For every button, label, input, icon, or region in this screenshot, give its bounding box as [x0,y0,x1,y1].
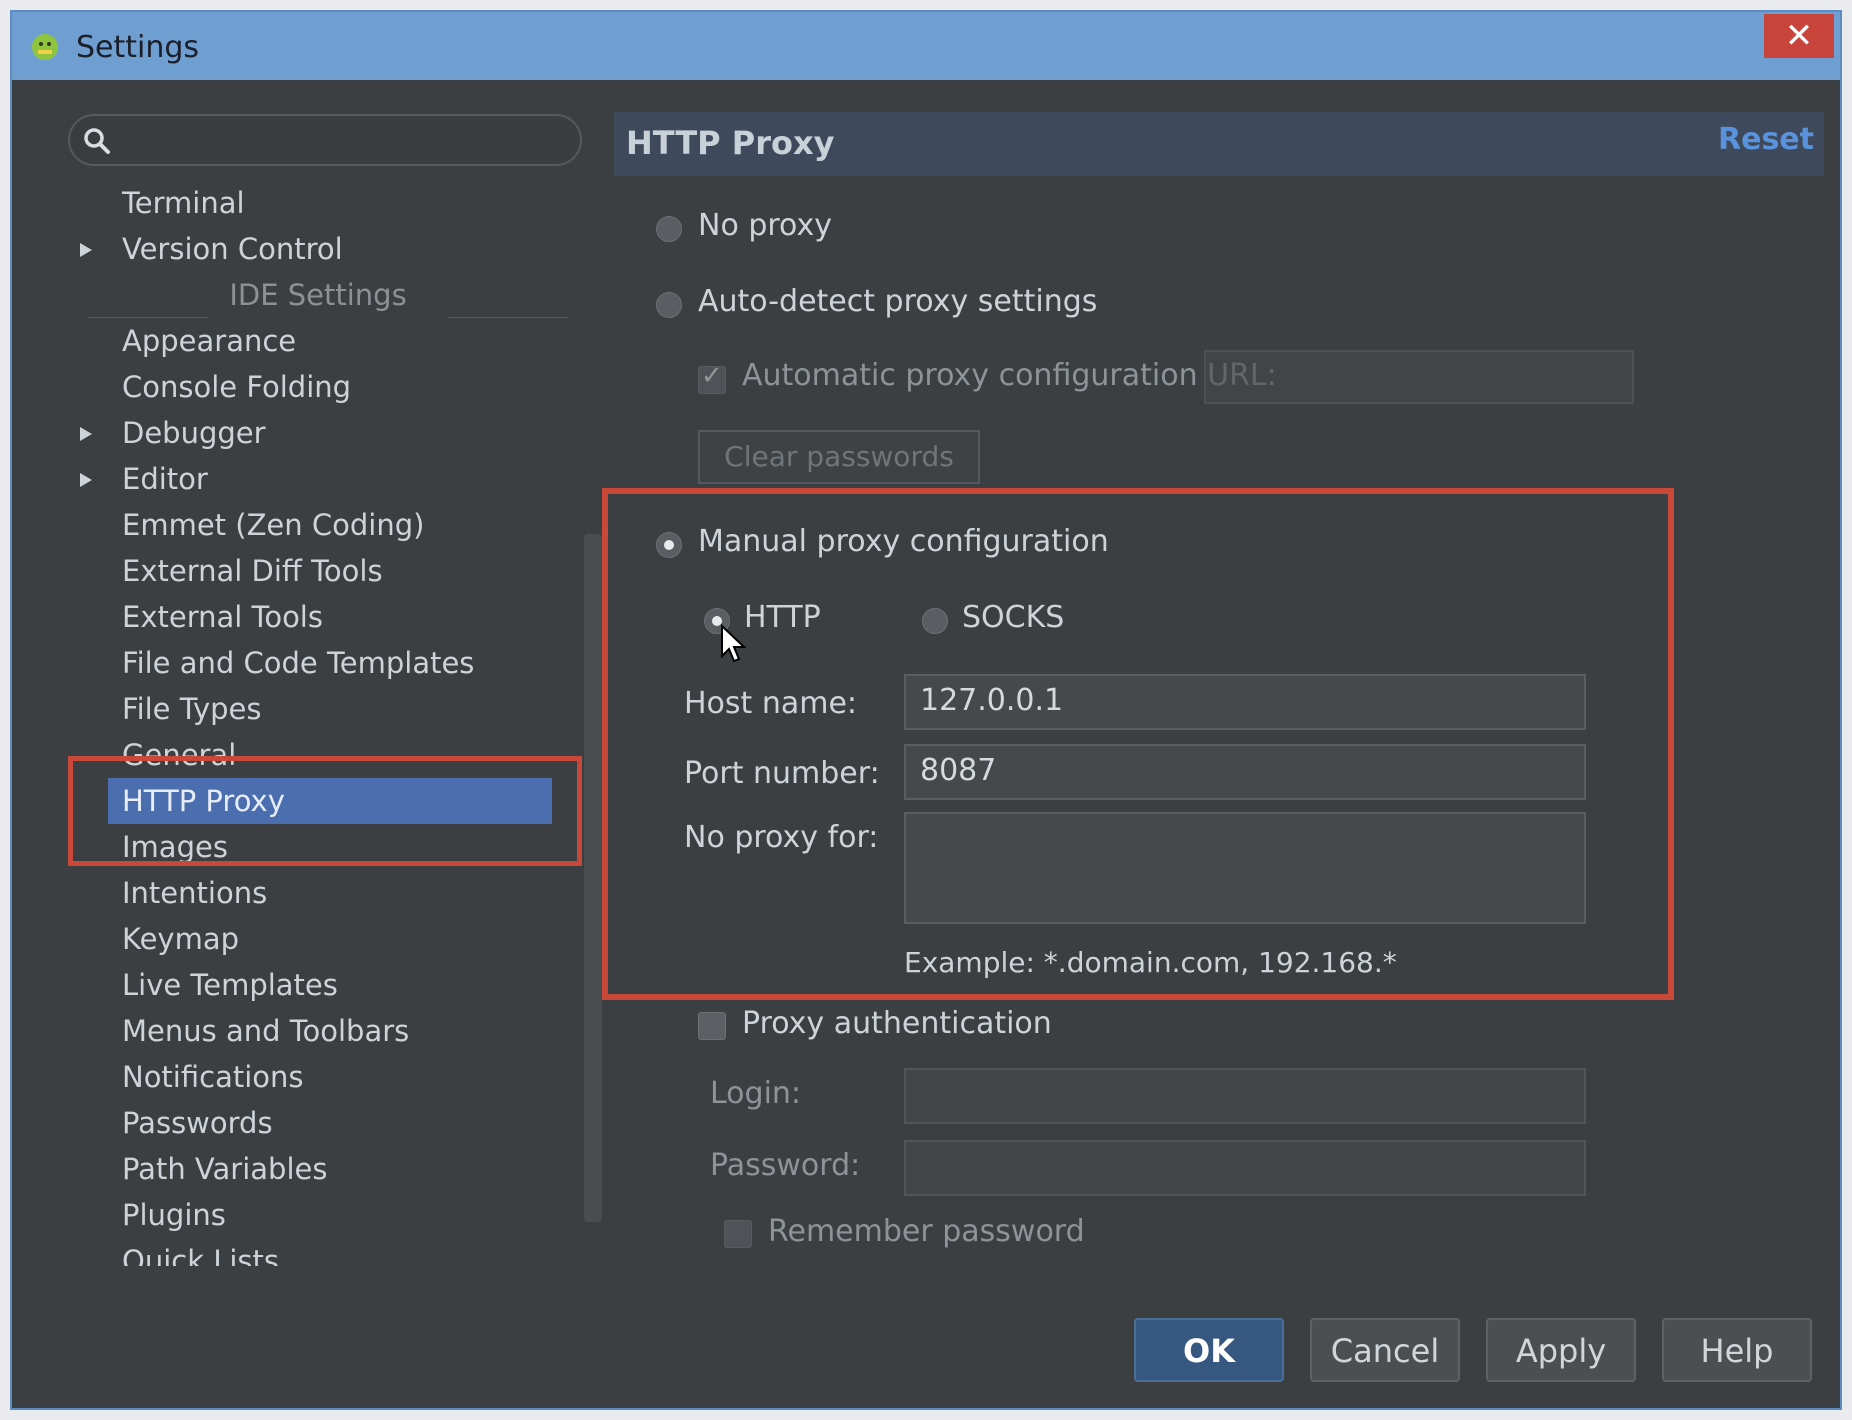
tree-item-quick-lists[interactable]: Quick Lists [28,1238,568,1266]
apply-button[interactable]: Apply [1486,1318,1636,1382]
expand-arrow-icon[interactable] [80,427,92,441]
tree-item-passwords[interactable]: Passwords [28,1100,568,1146]
tree-item-external-tools[interactable]: External Tools [28,594,568,640]
password-input[interactable] [904,1140,1586,1196]
settings-tree: Terminal Version Control IDE Settings Ap… [28,180,568,1266]
tree-item-appearance[interactable]: Appearance [28,318,568,364]
auto-config-url-label: Automatic proxy configuration URL: [742,358,1277,393]
auto-detect-label: Auto-detect proxy settings [698,284,1098,319]
search-icon [84,128,110,154]
remember-password-checkbox[interactable] [724,1220,752,1248]
tree-item-file-types[interactable]: File Types [28,686,568,732]
tree-scrollbar[interactable] [584,534,602,1222]
settings-window: Settings ✕ Terminal Version Control IDE … [10,10,1842,1410]
no-proxy-radio[interactable] [656,216,682,242]
help-button[interactable]: Help [1662,1318,1812,1382]
cancel-button[interactable]: Cancel [1310,1318,1460,1382]
remember-password-label: Remember password [768,1214,1085,1249]
tree-item-notifications[interactable]: Notifications [28,1054,568,1100]
clear-passwords-button[interactable]: Clear passwords [698,430,980,484]
tree-item-path-variables[interactable]: Path Variables [28,1146,568,1192]
title-bar[interactable]: Settings ✕ [12,12,1840,80]
tree-group-ide-settings: IDE Settings [68,272,568,318]
tree-item-menus-and-toolbars[interactable]: Menus and Toolbars [28,1008,568,1054]
highlight-box-manual-proxy [602,488,1674,1000]
proxy-authentication-label: Proxy authentication [742,1006,1052,1041]
auto-config-url-checkbox[interactable] [698,361,726,394]
android-studio-icon [32,34,58,60]
tree-item-keymap[interactable]: Keymap [28,916,568,962]
tree-item-debugger[interactable]: Debugger [28,410,568,456]
password-label: Password: [710,1148,861,1183]
window-title: Settings [76,30,200,65]
tree-item-version-control[interactable]: Version Control [28,226,568,272]
tree-item-external-diff-tools[interactable]: External Diff Tools [28,548,568,594]
close-icon: ✕ [1784,16,1814,56]
mouse-cursor-icon [721,624,747,663]
login-label: Login: [710,1076,802,1111]
panel-title: HTTP Proxy [626,124,835,162]
no-proxy-label: No proxy [698,208,832,243]
expand-arrow-icon[interactable] [80,243,92,257]
reset-link[interactable]: Reset [1718,122,1814,157]
proxy-authentication-checkbox[interactable] [698,1012,726,1040]
auto-config-url-field[interactable] [1204,350,1634,404]
tree-item-intentions[interactable]: Intentions [28,870,568,916]
ok-button[interactable]: OK [1134,1318,1284,1382]
login-input[interactable] [904,1068,1586,1124]
tree-item-plugins[interactable]: Plugins [28,1192,568,1238]
tree-item-file-and-code-templates[interactable]: File and Code Templates [28,640,568,686]
close-button[interactable]: ✕ [1764,14,1834,58]
expand-arrow-icon[interactable] [80,473,92,487]
tree-item-console-folding[interactable]: Console Folding [28,364,568,410]
tree-item-live-templates[interactable]: Live Templates [28,962,568,1008]
panel-header: HTTP Proxy Reset [614,112,1824,176]
settings-tree-pane: Terminal Version Control IDE Settings Ap… [28,98,602,1278]
highlight-box-tree [68,756,582,866]
tree-item-emmet[interactable]: Emmet (Zen Coding) [28,502,568,548]
auto-detect-radio[interactable] [656,292,682,318]
tree-item-terminal[interactable]: Terminal [28,180,568,226]
tree-item-editor[interactable]: Editor [28,456,568,502]
settings-search-input[interactable] [68,114,582,166]
